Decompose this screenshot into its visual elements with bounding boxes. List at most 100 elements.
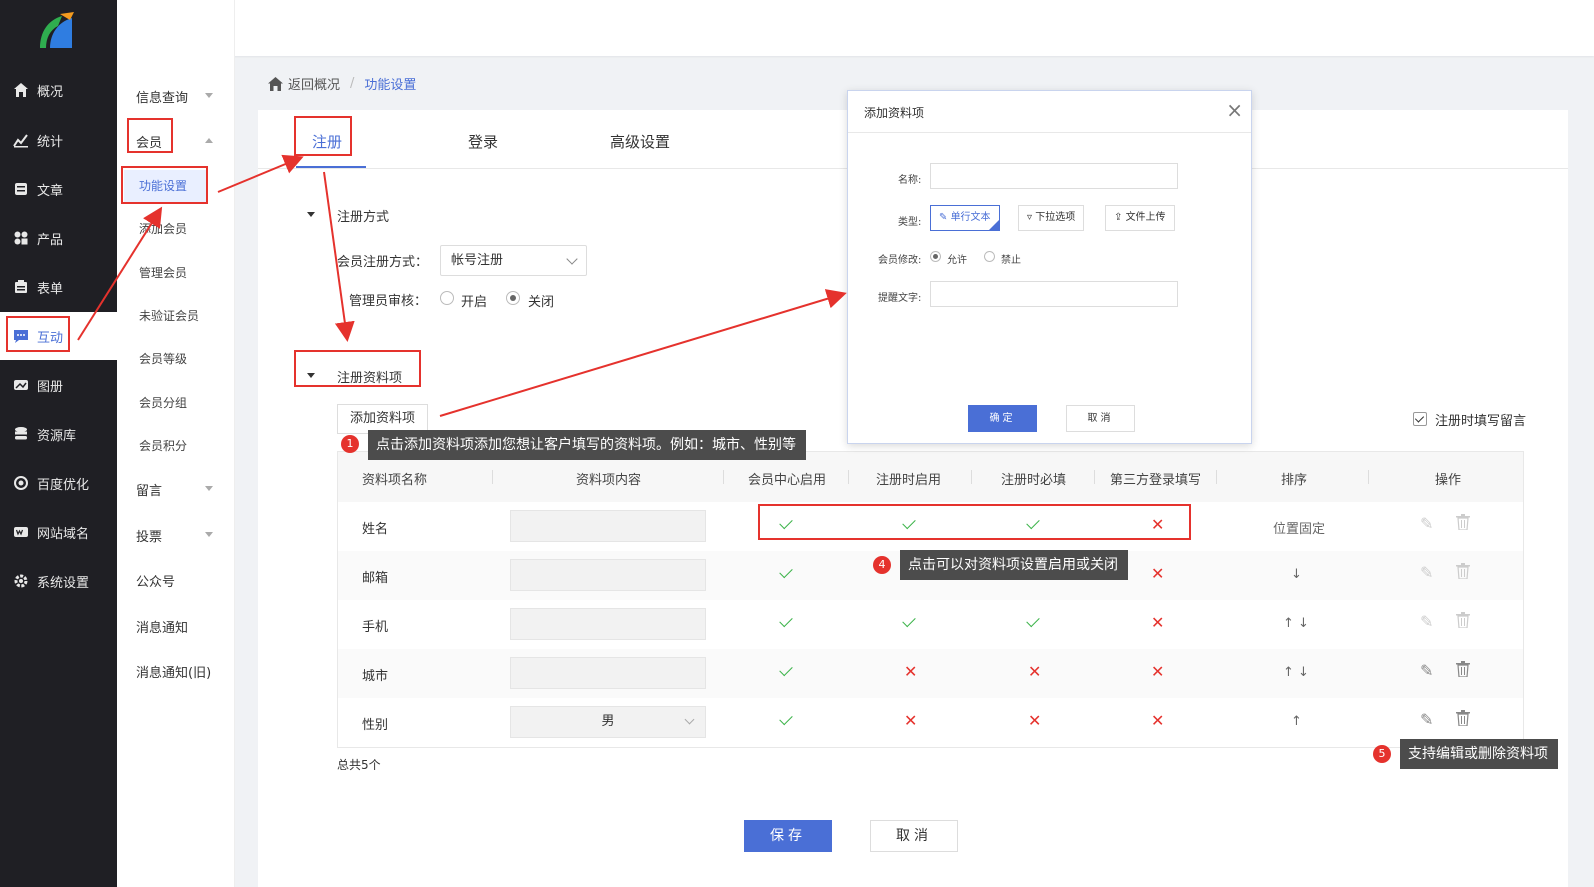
nav-item-4[interactable]: 表单 [0,267,117,307]
collapse-caret-icon[interactable] [307,373,315,378]
remark-checkbox[interactable] [1413,412,1427,426]
edit-icon[interactable]: ✎ [1420,710,1433,729]
edit-icon[interactable]: ✎ [1420,661,1433,680]
chevron-up-icon[interactable] [205,138,213,143]
save-button[interactable]: 保存 [744,820,832,852]
subnav-item-10[interactable]: 投票 [136,526,162,545]
review-off-label[interactable]: 关闭 [528,291,554,310]
subnav-item-2[interactable]: 功能设置 [139,177,187,194]
modify-allow-radio[interactable] [930,251,941,262]
cross-icon[interactable]: ✕ [904,713,917,729]
modify-deny-radio[interactable] [984,251,995,262]
modify-deny-label[interactable]: 禁止 [1001,251,1021,266]
subnav-item-11[interactable]: 公众号 [136,571,175,590]
reg-method-select[interactable]: 帐号注册 [440,245,587,276]
type-upload-button[interactable]: ⇪ 文件上传 [1105,205,1175,231]
cross-icon[interactable]: ✕ [1028,664,1041,680]
field-content-select[interactable]: 男 [510,706,706,738]
subnav-item-3[interactable]: 添加会员 [139,220,187,237]
tip-5: 支持编辑或删除资料项 [1400,739,1558,769]
chevron-down-icon[interactable] [205,93,213,98]
subnav-item-1[interactable]: 会员 [136,132,162,151]
nav-item-2[interactable]: 文章 [0,169,117,209]
collapse-caret-icon[interactable] [307,212,315,217]
cross-icon[interactable]: ✕ [1151,615,1164,631]
chevron-down-icon[interactable] [205,532,213,537]
nav-item-label: 百度优化 [37,477,90,493]
dialog-ok-button[interactable]: 确定 [968,405,1037,432]
check-icon[interactable] [779,515,793,530]
tip-4: 点击可以对资料项设置启用或关闭 [900,550,1128,580]
review-on-label[interactable]: 开启 [461,291,487,310]
tip-1-number: 1 [341,435,359,453]
cancel-button[interactable]: 取消 [870,820,958,852]
cross-icon[interactable]: ✕ [1151,566,1164,582]
cross-icon[interactable]: ✕ [1151,664,1164,680]
type-upload-label: 文件上传 [1125,212,1166,223]
check-icon[interactable] [779,711,793,726]
sort-arrows[interactable]: ↓ [1291,567,1302,582]
check-icon[interactable] [902,613,916,628]
dialog-cancel-button[interactable]: 取消 [1066,405,1135,432]
tab-login[interactable]: 登录 [468,131,498,152]
subnav-item-12[interactable]: 消息通知 [136,617,188,636]
check-icon[interactable] [1026,613,1040,628]
check-icon[interactable] [902,515,916,530]
home-icon[interactable] [268,76,283,91]
subnav-item-6[interactable]: 会员等级 [139,350,187,367]
subnav-item-4[interactable]: 管理会员 [139,264,187,281]
tab-register[interactable]: 注册 [312,131,342,152]
subnav-item-8[interactable]: 会员积分 [139,437,187,454]
nav-item-7[interactable]: 资源库 [0,414,117,454]
cross-icon[interactable]: ✕ [904,664,917,680]
chart-icon [13,132,29,148]
type-single-text-button[interactable]: ✎ 单行文本 [930,205,1000,231]
cross-icon[interactable]: ✕ [1151,517,1164,533]
check-icon[interactable] [779,613,793,628]
breadcrumb-back[interactable]: 返回概况 [288,74,340,93]
check-icon[interactable] [779,662,793,677]
sort-arrows[interactable]: ↑ ↓ [1283,616,1309,631]
field-content-box [510,608,706,640]
breadcrumb: 返回概况 / 功能设置 [268,74,416,93]
nav-item-1[interactable]: 统计 [0,120,117,160]
check-icon[interactable] [779,564,793,579]
nav-item-0[interactable]: 概况 [0,70,117,110]
nav-item-3[interactable]: 产品 [0,218,117,258]
nav-item-6[interactable]: 图册 [0,365,117,405]
column-separator [1094,470,1095,484]
nav-item-5[interactable]: 互动 [0,316,117,356]
nav-item-10[interactable]: 系统设置 [0,561,117,601]
nav-item-9[interactable]: 网站域名 [0,512,117,552]
check-icon[interactable] [1026,515,1040,530]
nav-item-8[interactable]: 百度优化 [0,463,117,503]
subnav-item-5[interactable]: 未验证会员 [139,307,199,324]
type-dropdown-button[interactable]: ▿ 下拉选项 [1018,205,1085,231]
trash-icon[interactable] [1456,710,1470,730]
tab-advanced[interactable]: 高级设置 [610,131,670,152]
chat-icon [13,328,29,344]
field-content-box [510,510,706,542]
dialog-hint-input[interactable] [930,281,1178,307]
review-on-radio[interactable] [440,291,454,305]
trash-icon[interactable] [1456,661,1470,681]
subnav-item-9[interactable]: 留言 [136,480,162,499]
column-header: 操作 [1435,473,1462,488]
nav-item-label: 产品 [37,232,64,248]
modify-allow-label[interactable]: 允许 [947,251,967,266]
cross-icon[interactable]: ✕ [1151,713,1164,729]
remark-label[interactable]: 注册时填写留言 [1435,410,1526,429]
form-icon [13,279,29,295]
chevron-down-icon [566,253,578,265]
close-icon[interactable]: × [1226,100,1243,120]
subnav-item-13[interactable]: 消息通知(旧) [136,662,211,681]
sort-arrows[interactable]: ↑ [1291,714,1302,729]
subnav-item-0[interactable]: 信息查询 [136,87,188,106]
sort-arrows[interactable]: ↑ ↓ [1283,665,1309,680]
cross-icon[interactable]: ✕ [1028,713,1041,729]
review-off-radio[interactable] [506,291,520,305]
dialog-name-input[interactable] [930,163,1178,189]
chevron-down-icon[interactable] [205,486,213,491]
subnav-item-7[interactable]: 会员分组 [139,394,187,411]
field-name: 城市 [362,669,389,684]
